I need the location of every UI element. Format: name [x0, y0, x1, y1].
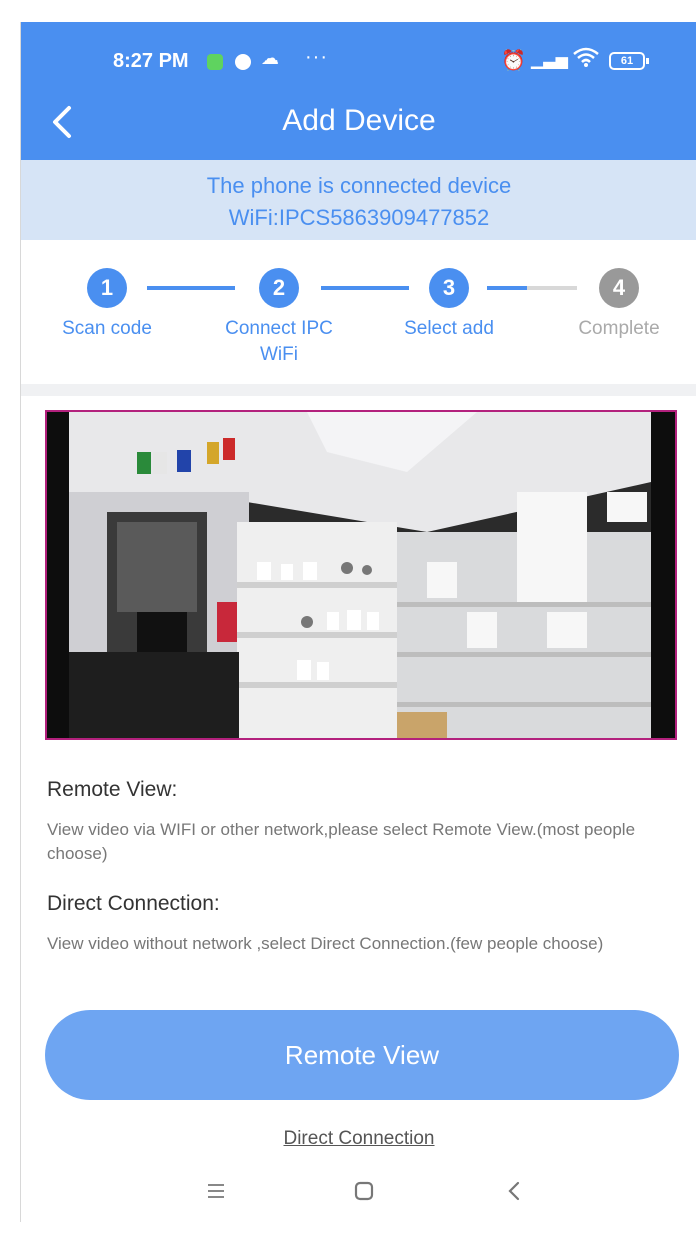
- store-interior-picture: [47, 412, 675, 738]
- menu-icon: [208, 1184, 224, 1198]
- section-divider: [21, 384, 696, 396]
- step-3-circle: 3: [429, 268, 469, 308]
- connection-banner: The phone is connected device WiFi:IPCS5…: [21, 160, 696, 240]
- page-title: Add Device: [282, 104, 436, 137]
- notification-app-icon: [207, 54, 223, 70]
- progress-stepper: 1 2 3 4 Scan code Connect IPC WiFi Selec…: [21, 240, 696, 388]
- step-connector-1: [147, 286, 235, 290]
- step-connector-3-done: [487, 286, 527, 290]
- notification-dot-icon: [235, 54, 251, 70]
- system-back-button[interactable]: [489, 1172, 539, 1212]
- app-header: 8:27 PM ☁ ··· ⏰ ▁▃▅ 61 Add Device: [21, 22, 696, 160]
- direct-connection-link[interactable]: Direct Connection: [21, 1128, 696, 1150]
- alarm-icon: ⏰: [501, 50, 526, 72]
- step-4-label: Complete: [578, 318, 660, 339]
- home-button[interactable]: [339, 1172, 389, 1212]
- wifi-icon: [573, 46, 599, 74]
- step-2-circle: 2: [259, 268, 299, 308]
- status-bar: 8:27 PM ☁ ··· ⏰ ▁▃▅ 61: [21, 46, 696, 82]
- direct-connection-description: View video without network ,select Direc…: [47, 934, 604, 953]
- step-2-label: Connect IPC WiFi: [225, 318, 333, 365]
- step-4-circle: 4: [599, 268, 639, 308]
- step-connector-3-pending: [527, 286, 577, 290]
- chevron-left-icon: [508, 1181, 520, 1201]
- recents-button[interactable]: [191, 1172, 241, 1212]
- step-connector-2: [321, 286, 409, 290]
- remote-view-heading: Remote View:: [47, 778, 178, 801]
- remote-view-description: View video via WIFI or other network,ple…: [47, 820, 636, 863]
- camera-preview-image: [45, 410, 677, 740]
- square-icon: [354, 1181, 374, 1201]
- banner-line-1: The phone is connected device: [206, 173, 512, 198]
- direct-connection-heading: Direct Connection:: [47, 892, 220, 915]
- step-1-circle: 1: [87, 268, 127, 308]
- status-time: 8:27 PM: [113, 50, 189, 72]
- cloud-icon: ☁: [261, 48, 279, 68]
- battery-icon: 61: [609, 52, 649, 70]
- banner-line-2: WiFi:IPCS5863909477852: [228, 205, 490, 230]
- step-3-label: Select add: [404, 318, 494, 339]
- signal-icon: ▁▃▅: [531, 52, 568, 69]
- remote-view-button[interactable]: Remote View: [45, 1010, 679, 1100]
- system-nav-bar: [21, 1172, 696, 1222]
- status-more: ···: [305, 46, 328, 68]
- phone-screen: 8:27 PM ☁ ··· ⏰ ▁▃▅ 61 Add Device The ph…: [20, 22, 696, 1222]
- step-1-label: Scan code: [62, 318, 152, 339]
